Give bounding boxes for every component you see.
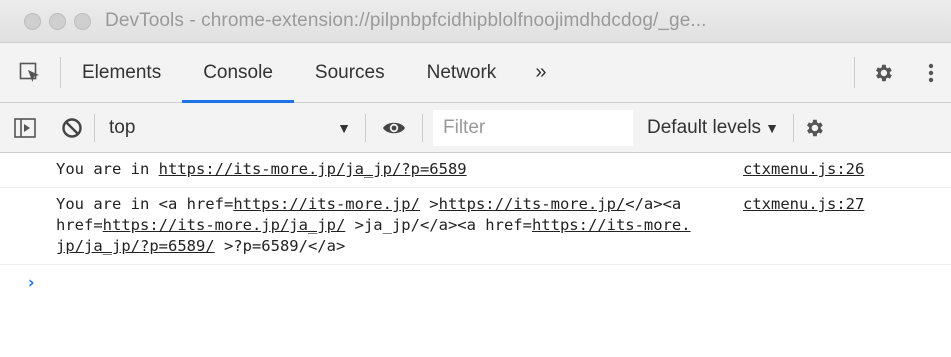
context-selector[interactable]: top ▼ <box>95 103 365 153</box>
console-message-text: You are in <a href=https://its-more.jp/ … <box>56 194 696 257</box>
console-message-text: You are in https://its-more.jp/ja_jp/?p=… <box>56 159 696 180</box>
settings-gear-icon <box>876 64 892 81</box>
more-vertical-icon <box>928 63 934 82</box>
more-tabs-button[interactable]: » <box>517 43 564 102</box>
eye-icon <box>383 122 405 133</box>
console-message: You are in <a href=https://its-more.jp/ … <box>0 188 951 265</box>
window-title: DevTools - chrome-extension://pilpnbpfci… <box>105 10 707 31</box>
more-options-button[interactable] <box>911 43 951 102</box>
console-toolbar: top ▼ Default levels▼ <box>0 103 951 153</box>
tab-elements[interactable]: Elements <box>61 43 182 102</box>
message-source-link[interactable]: ctxmenu.js:27 <box>743 194 864 215</box>
devtools-tabbar: Elements Console Sources Network » <box>0 43 951 103</box>
show-sidebar-button[interactable] <box>0 103 50 153</box>
chevron-down-icon: ▼ <box>765 119 779 136</box>
tab-network[interactable]: Network <box>406 43 518 102</box>
window-controls <box>24 12 91 30</box>
chevron-down-icon: ▼ <box>337 119 351 136</box>
minimize-window-button[interactable] <box>49 12 66 30</box>
filter-input[interactable] <box>433 109 633 146</box>
message-text: > <box>419 195 439 213</box>
close-window-button[interactable] <box>24 12 41 30</box>
inspect-element-icon <box>19 62 39 82</box>
message-text: You are in <box>56 160 159 178</box>
sidebar-toggle-icon <box>14 117 36 138</box>
console-output: You are in https://its-more.jp/ja_jp/?p=… <box>0 153 951 357</box>
console-settings-button[interactable] <box>794 103 834 153</box>
console-prompt[interactable]: › <box>0 265 951 293</box>
message-source-link[interactable]: ctxmenu.js:26 <box>743 159 864 180</box>
inspect-element-button[interactable] <box>0 43 60 102</box>
window-titlebar: DevTools - chrome-extension://pilpnbpfci… <box>0 0 951 43</box>
console-message: You are in https://its-more.jp/ja_jp/?p=… <box>0 153 951 188</box>
message-text: >ja_jp/</a><a href= <box>345 216 532 234</box>
message-link[interactable]: https://its-more.jp/ja_jp/ <box>103 216 346 234</box>
context-selector-value: top <box>109 116 136 138</box>
log-levels-label: Default levels <box>647 116 762 138</box>
message-link[interactable]: https://its-more.jp/ <box>233 195 420 213</box>
message-link[interactable]: https://its-more.jp/ <box>439 195 626 213</box>
prompt-caret-icon: › <box>26 273 37 293</box>
settings-gear-icon <box>806 119 823 136</box>
clear-console-button[interactable] <box>50 103 94 153</box>
settings-button[interactable] <box>855 43 911 102</box>
log-levels-dropdown[interactable]: Default levels ▼ <box>633 117 793 139</box>
tab-sources[interactable]: Sources <box>294 43 406 102</box>
message-text: >?p=6589/</a> <box>214 237 346 255</box>
message-text: You are in <a href= <box>56 195 234 213</box>
tab-console[interactable]: Console <box>182 43 294 103</box>
live-expression-button[interactable] <box>366 103 422 153</box>
clear-console-icon <box>62 117 82 138</box>
zoom-window-button[interactable] <box>74 12 91 30</box>
message-link[interactable]: https://its-more.jp/ja_jp/?p=6589 <box>159 160 467 178</box>
divider <box>422 113 423 142</box>
